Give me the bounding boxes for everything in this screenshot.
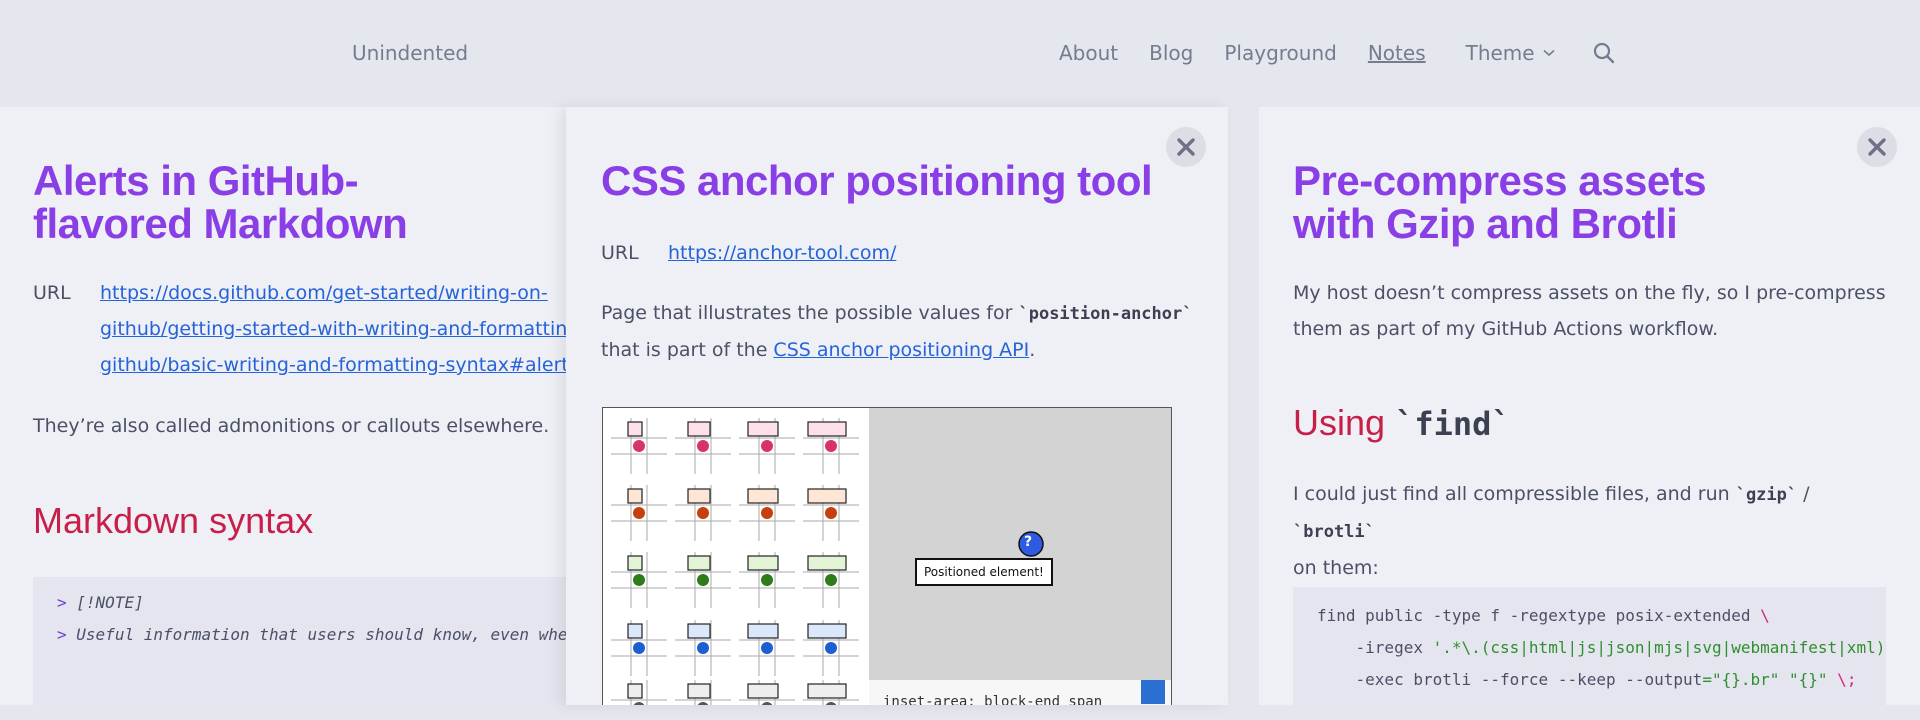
- css-code-strip: inset-area: block-end span: [869, 680, 1171, 705]
- quote-marker: >: [57, 625, 67, 644]
- anchor-grid-cell: [803, 620, 859, 676]
- note-panel-anchor-tool: CSS anchor positioning tool URL https://…: [566, 107, 1228, 705]
- preview-area: ? Positioned element!: [869, 408, 1171, 680]
- positioned-element-label: Positioned element!: [915, 558, 1053, 586]
- note-title: CSS anchor positioning tool: [601, 157, 1153, 204]
- anchor-grid-cell: [675, 552, 731, 608]
- copy-icon[interactable]: [1141, 680, 1165, 704]
- code-string: '.*\.(css|html|js|json|mjs|svg|webmanife…: [1432, 638, 1886, 657]
- anchor-grid-cell: [675, 485, 731, 541]
- anchor-grid-cell: [739, 620, 795, 676]
- separator: /: [1797, 483, 1810, 505]
- body-text-part: I could just find all compressible files…: [1293, 483, 1736, 505]
- nav-playground-link[interactable]: Playground: [1224, 41, 1336, 65]
- anchor-grid-cell: [611, 680, 667, 705]
- close-panel-button[interactable]: [1166, 127, 1206, 167]
- title-line-1: Alerts in GitHub-: [33, 157, 359, 204]
- api-link[interactable]: CSS anchor positioning API: [773, 339, 1029, 361]
- anchor-grid-cell: [739, 552, 795, 608]
- description: Page that illustrates the possible value…: [601, 295, 1201, 368]
- url-row: URL https://docs.github.com/get-started/…: [33, 275, 566, 383]
- url-link-line-1: https://docs.github.com/get-started/writ…: [100, 282, 548, 304]
- anchor-grid-cell: [675, 418, 731, 474]
- url-link[interactable]: https://docs.github.com/get-started/writ…: [100, 275, 566, 383]
- body-text: I could just find all compressible files…: [1293, 476, 1893, 586]
- anchor-grid-cell: [803, 418, 859, 474]
- intro-line-2: them as part of my GitHub Actions workfl…: [1293, 318, 1719, 340]
- top-navigation: Unindented About Blog Playground Notes T…: [0, 0, 1920, 107]
- chevron-down-icon: [1543, 49, 1555, 57]
- anchor-grid-cell: [803, 485, 859, 541]
- nav-about-link[interactable]: About: [1059, 41, 1118, 65]
- code-line: [!NOTE]: [76, 593, 144, 612]
- section-heading: Markdown syntax: [33, 500, 314, 541]
- body-text-part: on them:: [1293, 557, 1379, 579]
- anchor-badge: ?: [1024, 534, 1033, 550]
- close-panel-button[interactable]: [1857, 127, 1897, 167]
- intro-text: My host doesn’t compress assets on the f…: [1293, 275, 1886, 347]
- nav-notes-link[interactable]: Notes: [1368, 41, 1426, 65]
- code-line: find public -type f -regextype posix-ext…: [1317, 606, 1761, 625]
- note-panel-alerts: Alerts in GitHub- flavored Markdown URL …: [0, 107, 566, 705]
- url-link[interactable]: https://anchor-tool.com/: [668, 235, 896, 271]
- theme-menu-button[interactable]: Theme: [1466, 41, 1555, 65]
- title-line-2: with Gzip and Brotli: [1293, 200, 1678, 247]
- line-continuation: \: [1760, 606, 1770, 625]
- site-brand-link[interactable]: Unindented: [352, 41, 468, 65]
- url-label: URL: [601, 242, 639, 264]
- anchor-grid-cell: [611, 552, 667, 608]
- note-title: Alerts in GitHub- flavored Markdown: [33, 159, 553, 245]
- code-string: ="{}.br": [1702, 670, 1780, 689]
- anchor-grid-cell: [803, 552, 859, 608]
- title-line-1: Pre-compress assets: [1293, 157, 1707, 204]
- desc-end: .: [1029, 339, 1036, 361]
- url-row: URL https://anchor-tool.com/: [601, 235, 896, 271]
- anchor-grid-cell: [739, 418, 795, 474]
- nav-blog-link[interactable]: Blog: [1149, 41, 1193, 65]
- url-label: URL: [33, 282, 71, 304]
- title-line-2: flavored Markdown: [33, 200, 408, 247]
- quote-marker: >: [57, 593, 67, 612]
- line-continuation: \;: [1827, 670, 1857, 689]
- anchor-tool-screenshot: ? Positioned element! inset-area: block-…: [602, 407, 1172, 705]
- intro-line-1: My host doesn’t compress assets on the f…: [1293, 282, 1886, 304]
- code-line: -iregex: [1317, 638, 1433, 657]
- intro-text: They’re also called admonitions or callo…: [33, 415, 550, 437]
- preview-illustration: [1018, 531, 1044, 557]
- inline-code: `position-anchor`: [1018, 304, 1193, 324]
- code-line: -exec brotli --force --keep --output: [1317, 670, 1703, 689]
- desc-text: that is part of the: [601, 339, 774, 361]
- code-string: "{}": [1779, 670, 1828, 689]
- desc-text: Page that illustrates the possible value…: [601, 302, 1019, 324]
- note-title: Pre-compress assets with Gzip and Brotli: [1293, 157, 1707, 247]
- anchor-grid-cell: [803, 680, 859, 705]
- url-link-line-3: github/basic-writing-and-formatting-synt…: [100, 354, 566, 376]
- inline-code: `brotli`: [1293, 522, 1375, 542]
- section-heading: Using `find`: [1293, 402, 1511, 444]
- anchor-grid-cell: [611, 485, 667, 541]
- anchor-grid-illustration: [611, 418, 859, 705]
- note-panel-precompress: Pre-compress assets with Gzip and Brotli…: [1259, 107, 1920, 705]
- heading-code: `find`: [1395, 405, 1511, 443]
- url-link-line-2: github/getting-started-with-writing-and-…: [100, 318, 566, 340]
- anchor-grid-cell: [675, 680, 731, 705]
- nav-links: About Blog Playground Notes Theme: [1059, 41, 1615, 65]
- anchor-grid-cell: [675, 620, 731, 676]
- code-line: Useful information that users should kno…: [76, 625, 566, 644]
- anchor-grid-cell: [611, 418, 667, 474]
- search-icon[interactable]: [1593, 42, 1615, 64]
- markdown-code-block: > [!NOTE] > Useful information that user…: [33, 577, 566, 705]
- close-icon: [1868, 138, 1886, 156]
- theme-label: Theme: [1465, 41, 1535, 65]
- inline-code: `gzip`: [1735, 485, 1798, 505]
- anchor-grid-cell: [739, 485, 795, 541]
- anchor-grid-cell: [739, 680, 795, 705]
- anchor-grid: [603, 408, 869, 705]
- close-icon: [1177, 138, 1195, 156]
- shell-code-block: find public -type f -regextype posix-ext…: [1293, 587, 1886, 705]
- anchor-grid-cell: [611, 620, 667, 676]
- heading-text: Using: [1293, 402, 1396, 443]
